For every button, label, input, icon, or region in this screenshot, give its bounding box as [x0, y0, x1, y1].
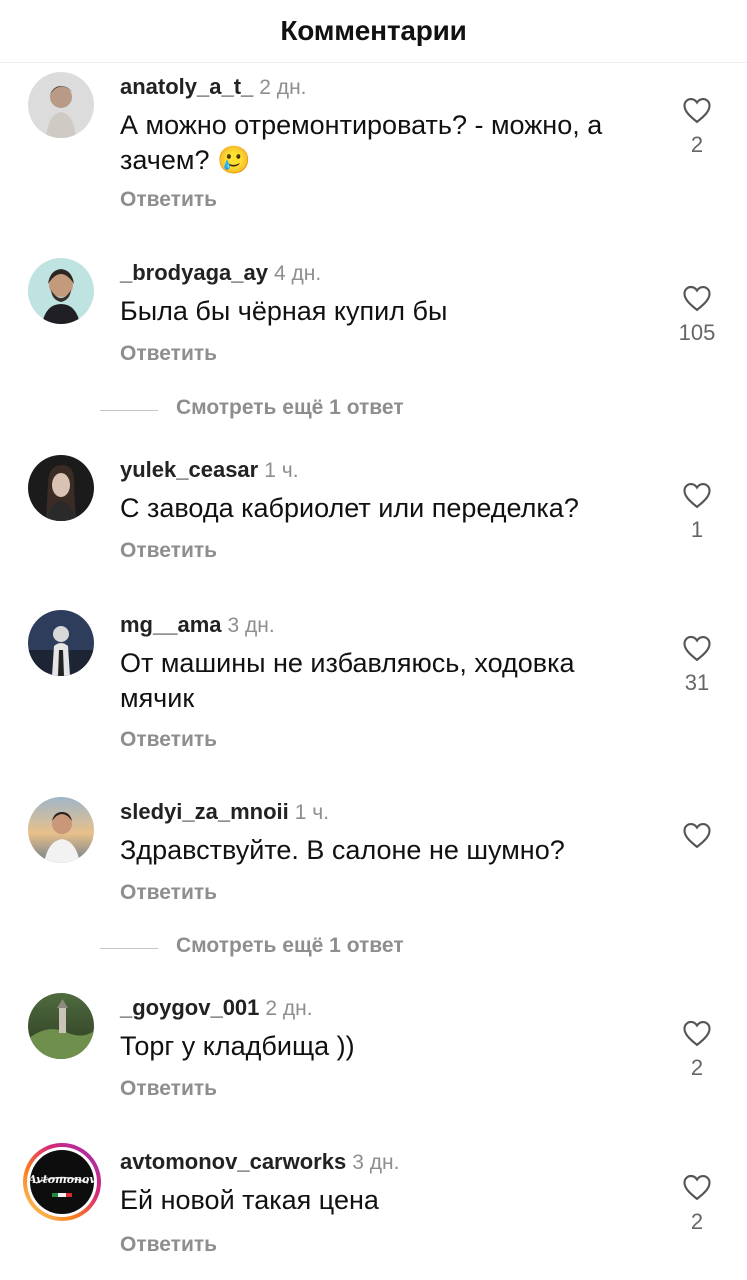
comment-text: Торг у кладбища )) [120, 1031, 355, 1061]
page-title: Комментарии [280, 15, 467, 46]
view-more-replies-label: Смотреть ещё 1 ответ [176, 934, 404, 957]
timestamp: 1 ч. [264, 459, 299, 482]
like-count: 1 [690, 517, 704, 542]
like-button[interactable]: 2 [672, 96, 722, 158]
heart-outline-icon [683, 97, 711, 124]
comment-text: Здравствуйте. В салоне не шумно? [120, 835, 565, 865]
heart-outline-icon [683, 1174, 711, 1201]
username[interactable]: sledyi_za_mnoii [120, 799, 289, 824]
username[interactable]: yulek_ceasar [120, 457, 258, 482]
timestamp: 3 дн. [227, 614, 275, 637]
reply-button[interactable]: Ответить [120, 188, 217, 212]
like-count: 105 [678, 320, 716, 345]
heart-outline-icon [683, 822, 711, 849]
like-button[interactable]: 2 [672, 1019, 722, 1081]
avatar[interactable] [28, 258, 94, 324]
divider-line [100, 410, 158, 411]
avatar[interactable] [28, 72, 94, 138]
like-button[interactable]: 1 [672, 481, 722, 543]
view-more-replies-button[interactable]: Смотреть ещё 1 ответ [100, 934, 500, 964]
like-count: 31 [684, 670, 710, 695]
avatar[interactable] [28, 797, 94, 863]
username[interactable]: _brodyaga_ay [120, 260, 268, 285]
like-count: 2 [690, 132, 704, 157]
like-count: 2 [690, 1055, 704, 1080]
like-button[interactable]: 2 [672, 1173, 722, 1235]
like-count: 2 [690, 1209, 704, 1234]
comment-text: А можно отремонтировать? - можно, а заче… [120, 110, 603, 175]
username[interactable]: _goygov_001 [120, 995, 259, 1020]
timestamp: 4 дн. [273, 262, 322, 285]
avatar-logo-text: Avtomonov [28, 1173, 96, 1186]
like-button[interactable]: 31 [672, 634, 722, 696]
comment-text: Была бы чёрная купил бы [120, 296, 448, 326]
reply-button[interactable]: Ответить [120, 539, 217, 563]
avatar[interactable] [28, 610, 94, 676]
heart-outline-icon [683, 635, 711, 662]
username[interactable]: avtomonov_carworks [120, 1149, 346, 1174]
comment-text: От машины не избавляюсь, ходовка мячик [120, 648, 575, 713]
like-button[interactable]: 105 [672, 284, 722, 346]
view-more-replies-button[interactable]: Смотреть ещё 1 ответ [100, 396, 500, 426]
view-more-replies-label: Смотреть ещё 1 ответ [176, 396, 404, 419]
divider-line [100, 948, 158, 949]
timestamp: 3 дн. [352, 1151, 400, 1174]
reply-button[interactable]: Ответить [120, 881, 217, 905]
username[interactable]: mg__ama [120, 612, 222, 637]
reply-button[interactable]: Ответить [120, 342, 217, 366]
timestamp: 1 ч. [294, 801, 330, 824]
like-button[interactable] [672, 821, 722, 857]
reply-button[interactable]: Ответить [120, 728, 217, 752]
reply-button[interactable]: Ответить [120, 1077, 217, 1101]
avatar[interactable] [28, 993, 94, 1059]
timestamp: 2 дн. [265, 997, 313, 1020]
username[interactable]: anatoly_a_t_ [120, 74, 253, 99]
heart-outline-icon [683, 1020, 711, 1047]
heart-outline-icon [683, 285, 711, 312]
avatar-story-ring[interactable]: Avtomonov [22, 1142, 102, 1222]
timestamp: 2 дн. [259, 76, 307, 99]
heart-outline-icon [683, 482, 711, 509]
reply-button[interactable]: Ответить [120, 1233, 217, 1257]
comment-text: С завода кабриолет или переделка? [120, 493, 579, 523]
comment-text: Ей новой такая цена [120, 1185, 379, 1215]
comments-header: Комментарии [0, 0, 747, 63]
avatar[interactable] [28, 455, 94, 521]
